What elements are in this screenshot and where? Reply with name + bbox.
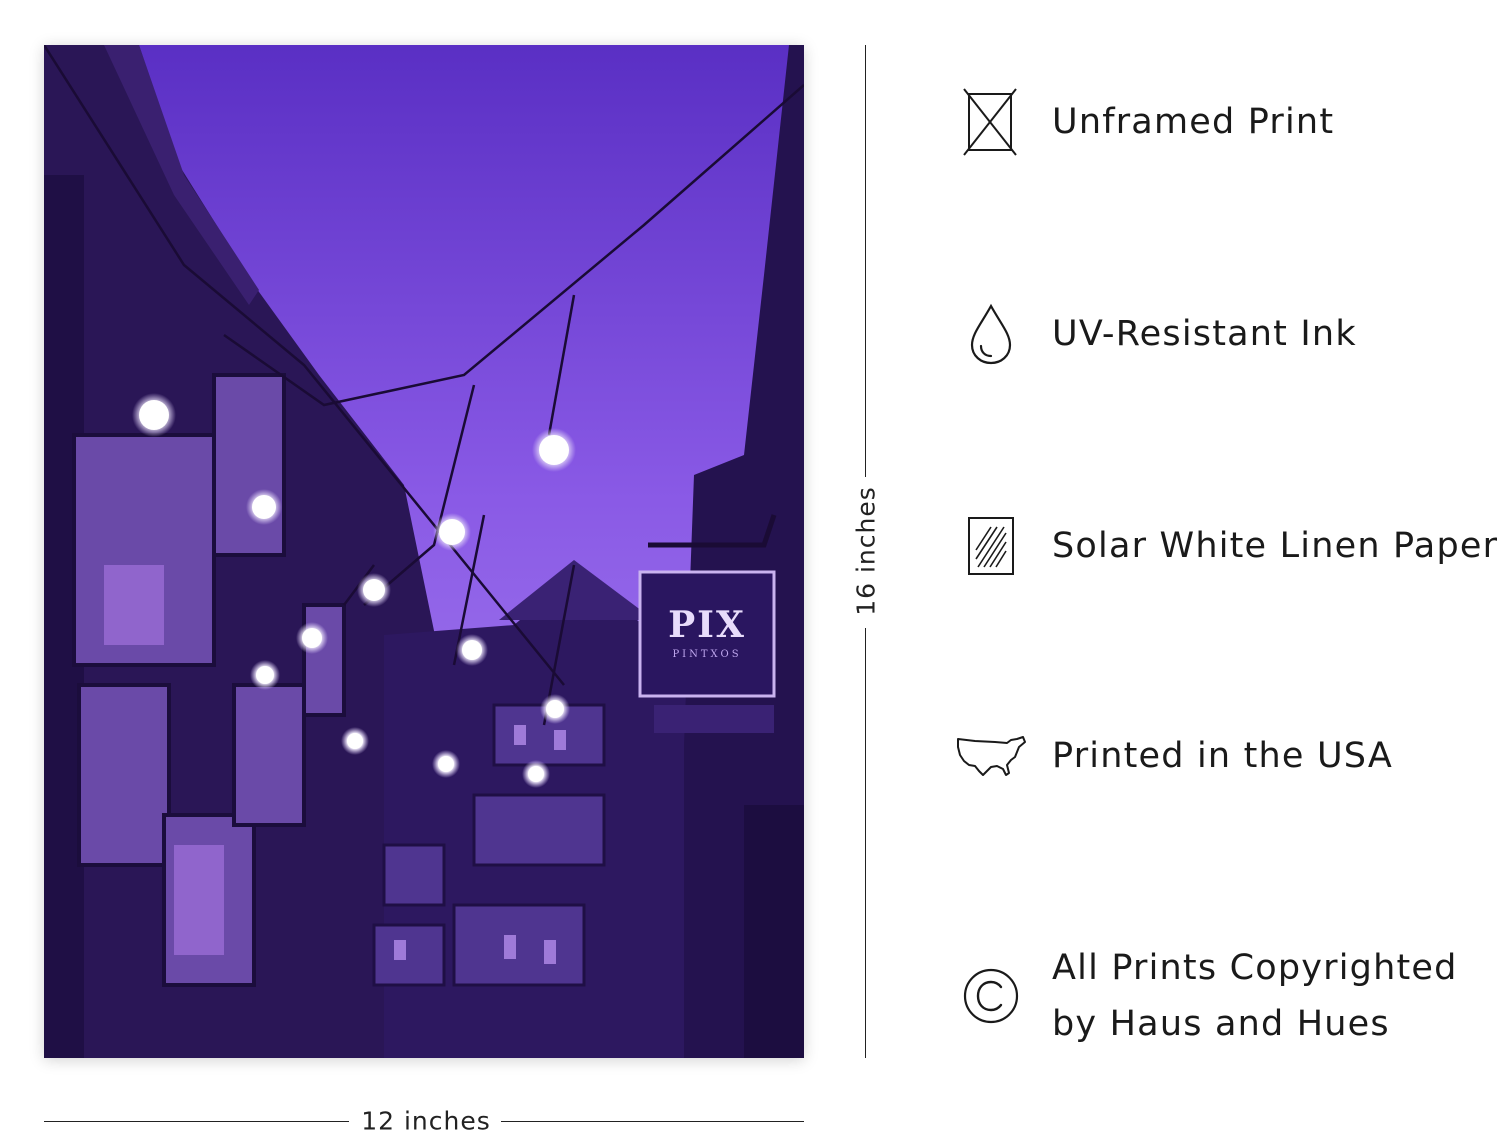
usa-map-icon bbox=[955, 720, 1027, 792]
width-dimension-label: 12 inches bbox=[361, 1106, 491, 1136]
sign-subtext: PINTXOS bbox=[672, 649, 741, 660]
height-dimension-line-bottom bbox=[865, 628, 866, 1058]
width-dimension-line-left bbox=[44, 1121, 349, 1122]
feature-label: Printed in the USA bbox=[1052, 736, 1394, 776]
feature-unframed-print: Unframed Print bbox=[955, 86, 1334, 158]
feature-label: UV-Resistant Ink bbox=[1052, 314, 1357, 354]
sign-text: PIX bbox=[668, 604, 746, 646]
copyright-icon bbox=[955, 960, 1027, 1032]
feature-label: All Prints Copyrighted by Haus and Hues bbox=[1052, 940, 1458, 1052]
ink-drop-icon bbox=[955, 298, 1027, 370]
height-dimension-line-top bbox=[865, 45, 866, 477]
feature-label: Unframed Print bbox=[1052, 102, 1335, 142]
art-print-image: PIX PINTXOS bbox=[44, 45, 804, 1058]
feature-printed-usa: Printed in the USA bbox=[955, 720, 1393, 792]
feature-label-line-2: by Haus and Hues bbox=[1052, 1004, 1390, 1044]
width-dimension-line-right bbox=[501, 1121, 804, 1122]
unframed-print-icon bbox=[955, 86, 1027, 158]
linen-paper-icon bbox=[955, 510, 1027, 582]
feature-label-line-1: All Prints Copyrighted bbox=[1052, 948, 1458, 988]
feature-copyright: All Prints Copyrighted by Haus and Hues bbox=[955, 940, 1458, 1052]
feature-uv-ink: UV-Resistant Ink bbox=[955, 298, 1357, 370]
height-dimension-label: 16 inches bbox=[851, 486, 881, 616]
feature-linen-paper: Solar White Linen Paper bbox=[955, 510, 1498, 582]
feature-label: Solar White Linen Paper bbox=[1052, 526, 1499, 566]
